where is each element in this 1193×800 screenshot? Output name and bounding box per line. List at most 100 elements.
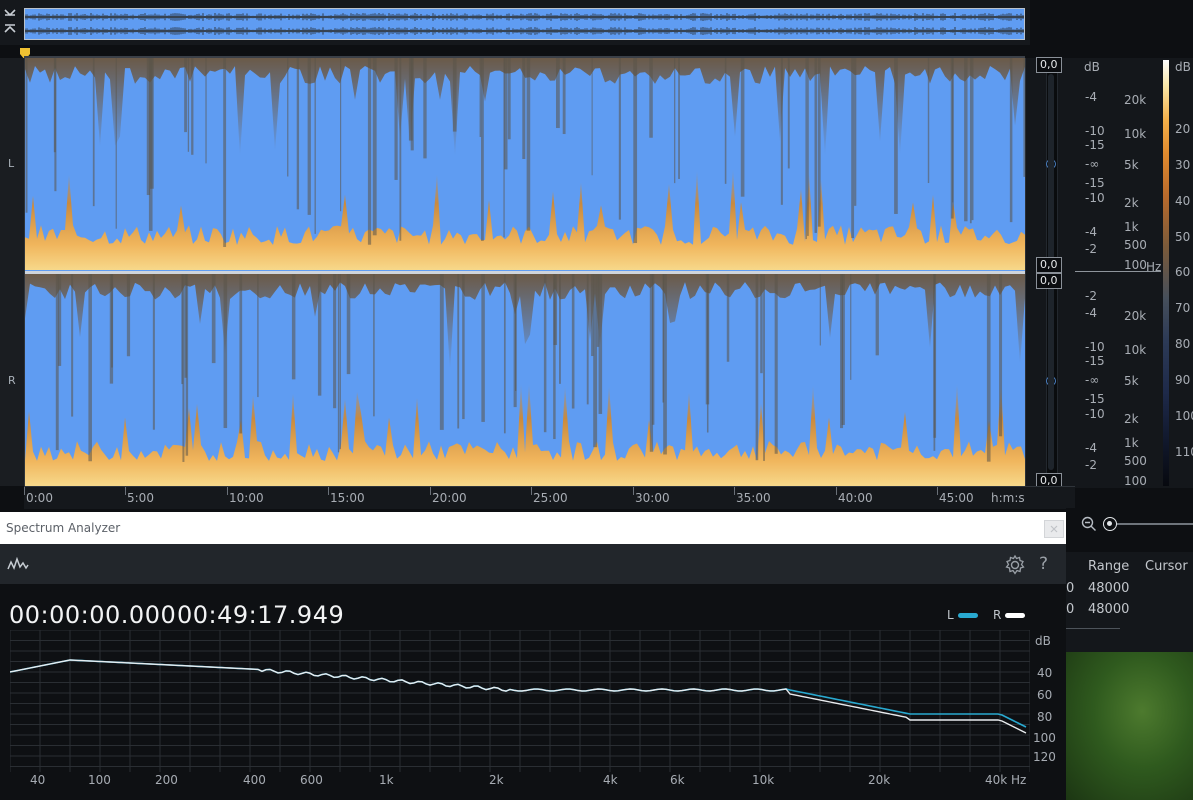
zoom-slider-handle[interactable]: [1103, 517, 1117, 531]
analyzer-db-label: 60: [1037, 688, 1053, 702]
analyzer-db-unit: dB: [1035, 634, 1051, 648]
db-tick: -∞: [1085, 373, 1100, 387]
analyzer-freq-label: 6k: [670, 773, 685, 787]
db-tick: -∞: [1085, 157, 1100, 171]
channel-label-r[interactable]: R: [8, 374, 16, 387]
channel-strip-left: [0, 58, 25, 486]
channel-divider-line: [1075, 271, 1161, 272]
timeline-label: 10:00: [229, 491, 264, 505]
legend-r[interactable]: R: [993, 608, 1026, 622]
spectrum-plot[interactable]: [9, 629, 1031, 778]
hz-tick: 500: [1124, 454, 1147, 468]
db-tick: -10: [1085, 191, 1105, 205]
legend-label-l: L: [947, 608, 954, 622]
timeline-label: 0:00: [26, 491, 53, 505]
row-value: 0: [1066, 602, 1075, 617]
overview-panel: [0, 0, 1030, 45]
db-unit-label: dB: [1084, 60, 1100, 74]
hz-tick: 1k: [1124, 436, 1139, 450]
range-value: 48000: [1088, 581, 1130, 596]
db-tick: -4: [1085, 225, 1097, 239]
db-tick: -10: [1085, 124, 1105, 138]
overview-waveform[interactable]: [24, 8, 1025, 40]
color-scale-label: 20: [1175, 122, 1191, 136]
timeline-tick: [227, 487, 228, 495]
hz-tick: 20k: [1124, 93, 1147, 107]
analyzer-db-label: 100: [1033, 731, 1056, 745]
analyzer-db-label: 40: [1037, 666, 1053, 680]
timeline-label: 20:00: [432, 491, 467, 505]
selection-end-time: 00:49:17.949: [177, 601, 345, 629]
zoom-out-icon[interactable]: [1081, 516, 1097, 536]
color-scale-label: 80: [1175, 337, 1191, 351]
hz-tick: 2k: [1124, 196, 1139, 210]
color-scale-label: 40: [1175, 194, 1191, 208]
hz-tick: 1k: [1124, 220, 1139, 234]
analyzer-db-label: 80: [1037, 710, 1053, 724]
hz-tick: 100: [1124, 474, 1147, 488]
analyzer-freq-label: 40: [30, 773, 46, 787]
value-box-1[interactable]: 0,0: [1036, 57, 1062, 73]
db-tick: -10: [1085, 340, 1105, 354]
timeline-tick: [125, 487, 126, 495]
row-value: 0: [1066, 581, 1075, 596]
db-tick: -15: [1085, 176, 1105, 190]
hz-tick: 5k: [1124, 374, 1139, 388]
db-tick: -10: [1085, 407, 1105, 421]
spectrum-mode-icon[interactable]: [7, 556, 29, 575]
db-tick: -4: [1085, 441, 1097, 455]
table-divider: [1066, 628, 1120, 629]
timeline-label: 15:00: [330, 491, 365, 505]
color-scale-panel: dB 20 30 40 50 60 70 80 90 100 110: [1161, 58, 1193, 488]
timeline-tick: [734, 487, 735, 495]
window-titlebar[interactable]: Spectrum Analyzer: [0, 512, 1066, 544]
db-tick: -15: [1085, 138, 1105, 152]
timeline-unit: h:m:s: [991, 491, 1025, 505]
analyzer-freq-label: 200: [155, 773, 178, 787]
color-scale-label: dB: [1175, 60, 1191, 74]
timeline-label: 30:00: [635, 491, 670, 505]
analyzer-freq-label: 10k: [752, 773, 775, 787]
hz-tick: 2k: [1124, 412, 1139, 426]
db-tick: -15: [1085, 354, 1105, 368]
timeline-ruler[interactable]: 0:00 5:00 10:00 15:00 20:00 25:00 30:00 …: [24, 486, 1075, 509]
zoom-slider-track[interactable]: [1106, 523, 1193, 525]
timeline-tick: [937, 487, 938, 495]
analyzer-freq-label: 20k: [868, 773, 891, 787]
help-icon[interactable]: ?: [1039, 554, 1048, 574]
color-scale-bar: [1163, 60, 1169, 486]
analyzer-freq-label: 1k: [379, 773, 394, 787]
color-scale-label: 90: [1175, 373, 1191, 387]
range-value: 48000: [1088, 602, 1130, 617]
close-icon[interactable]: [1044, 520, 1064, 538]
timeline-tick: [633, 487, 634, 495]
color-scale-label: 30: [1175, 158, 1191, 172]
color-scale-label: 110: [1175, 445, 1193, 459]
timeline-tick: [24, 487, 25, 495]
channel-label-l[interactable]: L: [8, 157, 14, 170]
hz-tick: 500: [1124, 238, 1147, 252]
legend-swatch-l: [957, 613, 978, 618]
analyzer-freq-label: 2k: [489, 773, 504, 787]
analyzer-db-label: 120: [1033, 750, 1056, 764]
hz-ruler: 20k 10k 5k 2k 1k 500 100 Hz 20k 10k 5k 2…: [1119, 58, 1161, 488]
analyzer-toolbar: ?: [0, 544, 1066, 584]
analyzer-freq-label: 100: [88, 773, 111, 787]
spectrogram-view[interactable]: [25, 58, 1025, 486]
column-header-range[interactable]: Range: [1088, 559, 1129, 574]
legend-l[interactable]: L: [947, 608, 978, 622]
timeline-tick: [328, 487, 329, 495]
column-header-cursor[interactable]: Cursor: [1145, 559, 1188, 574]
collapse-icon[interactable]: [3, 6, 19, 40]
value-box-2[interactable]: 0,0: [1036, 257, 1062, 273]
spectrum-curve-r: [9, 659, 1027, 734]
value-box-3[interactable]: 0,0: [1036, 273, 1062, 289]
spectrum-analyzer-window: Spectrum Analyzer ? 00:00:00.000 00:49:1…: [0, 512, 1066, 800]
selection-start-time: 00:00:00.000: [9, 601, 177, 629]
analyzer-freq-label: 40k Hz: [985, 773, 1027, 787]
settings-gear-icon[interactable]: [1004, 554, 1026, 580]
properties-panel: Range Cursor 0 48000 0 48000: [1066, 552, 1193, 652]
db-tick: -4: [1085, 90, 1097, 104]
hz-tick: 5k: [1124, 158, 1139, 172]
legend-swatch-r: [1005, 613, 1026, 618]
